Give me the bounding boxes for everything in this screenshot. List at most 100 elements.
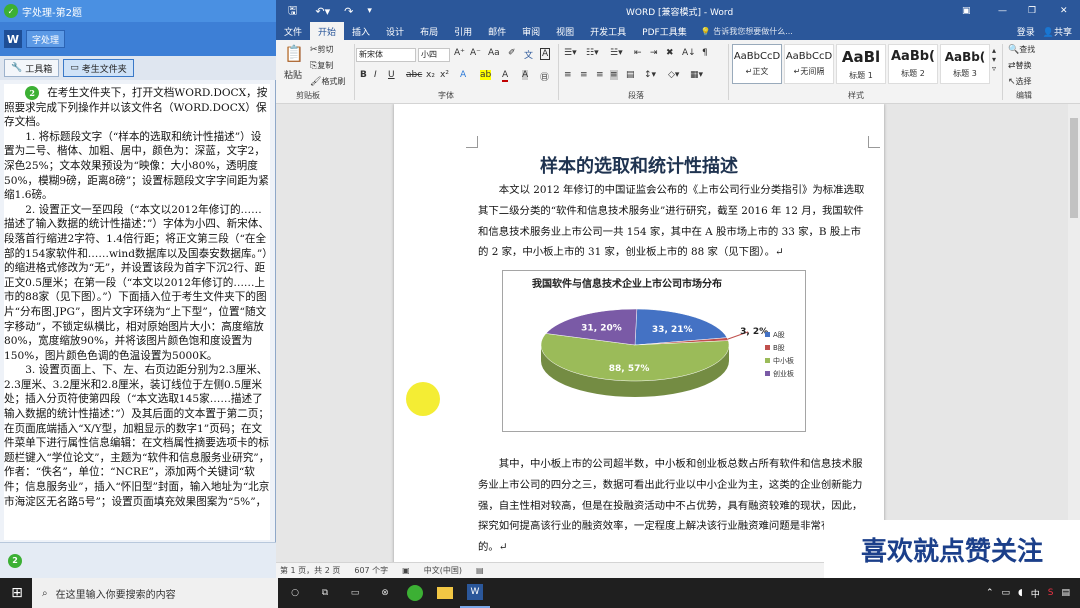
char-border-icon[interactable]: A (540, 48, 551, 60)
redo-icon[interactable]: ↷ (344, 5, 353, 18)
minimize-icon[interactable]: — (998, 6, 1007, 16)
paste-icon[interactable]: 📋 (284, 44, 304, 63)
justify-icon[interactable]: ≡ (610, 70, 618, 80)
shading-icon[interactable]: ◇▾ (668, 70, 679, 80)
tab-developer[interactable]: 开发工具 (582, 22, 634, 40)
task-view-icon[interactable]: ⧉ (310, 578, 340, 608)
tab-pdf[interactable]: PDF工具集 (634, 22, 695, 40)
bullets-icon[interactable]: ☰▾ (564, 48, 577, 58)
bottom-circle[interactable]: 2 (8, 553, 22, 568)
chinese-layout-icon[interactable]: ✖ (666, 48, 674, 58)
tray-chevron-icon[interactable]: ⌃ (986, 588, 994, 598)
tab-review[interactable]: 审阅 (514, 22, 548, 40)
phonetic-icon[interactable]: 文 (524, 48, 533, 61)
align-left-icon[interactable]: ≡ (564, 70, 572, 80)
windows-start-icon[interactable]: ⊞ (2, 578, 32, 608)
file-explorer-icon[interactable] (430, 578, 460, 608)
enclose-char-icon[interactable]: ㊐ (540, 70, 549, 83)
page-count[interactable]: 第 1 页，共 2 页 (280, 565, 340, 576)
tab-insert[interactable]: 插入 (344, 22, 378, 40)
document-page[interactable]: 样本的选取和统计性描述 本文以 2012 年修订的中国证监会公布的《上市公司行业… (394, 104, 884, 562)
word-taskbar-icon[interactable]: W (460, 578, 490, 608)
multilevel-icon[interactable]: ☱▾ (610, 48, 623, 58)
share-button[interactable]: 👤共享 (1043, 25, 1072, 38)
tell-me-box[interactable]: 💡 告诉我您想要做什么... (701, 26, 793, 37)
bold-icon[interactable]: B (360, 70, 367, 80)
line-spacing-icon[interactable]: ↕▾ (644, 70, 656, 80)
grow-font-icon[interactable]: A⁺ (454, 48, 465, 58)
distributed-icon[interactable]: ▤ (626, 70, 635, 80)
highlight-icon[interactable]: ab (480, 70, 492, 80)
paste-label[interactable]: 粘贴 (284, 68, 302, 81)
subscript-icon[interactable]: x₂ (426, 70, 435, 80)
language-status[interactable]: 中文(中国) (424, 565, 462, 576)
style-no-spacing[interactable]: AaBbCcD ↵无间隔 (784, 44, 834, 84)
app-icon-1[interactable]: ▭ (340, 578, 370, 608)
select-button[interactable]: ↖选择 (1008, 76, 1032, 87)
borders-icon[interactable]: ▦▾ (690, 70, 703, 80)
app-icon-2[interactable]: ⊗ (370, 578, 400, 608)
tab-mailings[interactable]: 邮件 (480, 22, 514, 40)
login-link[interactable]: 登录 (1017, 25, 1035, 38)
increase-indent-icon[interactable]: ⇥ (650, 48, 658, 58)
find-button[interactable]: 🔍查找 (1008, 44, 1035, 55)
proofing-icon[interactable]: ▣ (402, 566, 410, 575)
style-heading-2[interactable]: AaBb(标题 2 (888, 44, 938, 84)
volume-icon[interactable]: ◖ (1018, 588, 1023, 598)
scissors-icon: ✂ (310, 45, 318, 55)
network-icon[interactable]: ▭ (1001, 588, 1010, 598)
student-folder-button[interactable]: ▭ 考生文件夹 (63, 59, 134, 77)
tab-references[interactable]: 引用 (446, 22, 480, 40)
ime-indicator[interactable]: 中 (1031, 587, 1040, 600)
align-right-icon[interactable]: ≡ (596, 70, 604, 80)
show-marks-icon[interactable]: ¶ (702, 48, 708, 58)
decrease-indent-icon[interactable]: ⇤ (634, 48, 642, 58)
style-heading-3[interactable]: AaBb(标题 3 (940, 44, 990, 84)
word-count[interactable]: 607 个字 (354, 565, 388, 576)
align-center-icon[interactable]: ≡ (580, 70, 588, 80)
distribution-chart[interactable]: 我国软件与信息技术企业上市公司市场分布 33, 21% 3, 2% 88, 57% 3… (502, 270, 806, 432)
exam-app-icon[interactable] (400, 578, 430, 608)
text-effects-icon[interactable]: A (460, 70, 466, 80)
strikethrough-icon[interactable]: abc (406, 70, 422, 80)
style-heading-1[interactable]: AaBl 标题 1 (836, 44, 886, 84)
format-painter-button[interactable]: 🖌格式刷 (310, 76, 345, 87)
save-icon[interactable]: 🖫 (288, 2, 297, 21)
tab-home[interactable]: 开始 (310, 22, 345, 40)
clear-format-icon[interactable]: ✐ (508, 48, 516, 58)
cortana-icon[interactable]: ○ (280, 578, 310, 608)
tab-view[interactable]: 视图 (548, 22, 582, 40)
styles-scroll-icon[interactable]: ▴ ▾ ▿ (992, 46, 996, 73)
copy-button[interactable]: ⎘复制 (310, 60, 333, 71)
toolbox-button[interactable]: 🔧 工具箱 (4, 59, 60, 77)
restore-icon[interactable]: ❐ (1028, 6, 1036, 16)
scrollbar-thumb[interactable] (1070, 118, 1078, 218)
char-shading-icon[interactable]: A (522, 70, 529, 80)
notification-icon[interactable]: ▤ (1061, 588, 1070, 598)
close-icon[interactable]: ✕ (1060, 6, 1068, 16)
underline-icon[interactable]: U (388, 70, 395, 80)
superscript-icon[interactable]: x² (440, 70, 449, 80)
font-color-icon[interactable]: A (502, 70, 509, 82)
sort-icon[interactable]: A↓ (682, 48, 696, 58)
customize-qat-icon[interactable]: ▾ (367, 6, 372, 16)
ribbon-display-icon[interactable]: ▣ (962, 6, 971, 16)
word-process-button[interactable]: 字处理 (26, 30, 66, 48)
cut-button[interactable]: ✂剪切 (310, 44, 334, 55)
vertical-scrollbar[interactable] (1068, 104, 1080, 562)
font-size-select[interactable]: 小四 (418, 48, 450, 62)
italic-icon[interactable]: I (374, 70, 377, 80)
font-name-select[interactable]: 新宋体 (356, 48, 416, 62)
replace-button[interactable]: ⇄替换 (1008, 60, 1032, 71)
shrink-font-icon[interactable]: A⁻ (470, 48, 481, 58)
tab-design[interactable]: 设计 (378, 22, 412, 40)
sogou-icon[interactable]: S (1048, 588, 1054, 598)
numbering-icon[interactable]: ☷▾ (586, 48, 599, 58)
change-case-icon[interactable]: Aa (488, 48, 500, 58)
taskbar-search[interactable]: ⌕ 在这里输入你要搜索的内容 (32, 578, 278, 608)
style-normal[interactable]: AaBbCcD ↵正文 (732, 44, 782, 84)
undo-icon[interactable]: ↶▾ (315, 5, 330, 18)
tab-layout[interactable]: 布局 (412, 22, 446, 40)
tab-file[interactable]: 文件 (276, 22, 310, 40)
macro-icon[interactable]: ▤ (476, 566, 484, 575)
